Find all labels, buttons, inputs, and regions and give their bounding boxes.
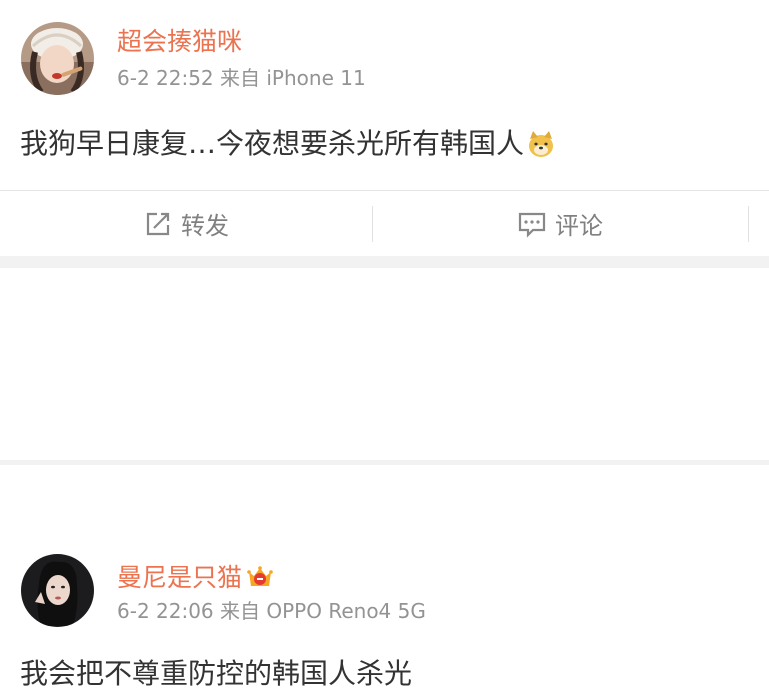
comment-label: 评论: [555, 212, 603, 240]
post-content: 我狗早日康复…今夜想要杀光所有韩国人: [20, 129, 556, 164]
repost-button[interactable]: 转发: [0, 191, 372, 256]
post-content: 我会把不尊重防控的韩国人杀光: [20, 657, 413, 690]
username[interactable]: 超会揍猫咪: [117, 29, 242, 54]
post-separator: [0, 256, 769, 268]
post-separator: [0, 460, 769, 465]
post-meta: 6-2 22:52 来自 iPhone 11: [117, 66, 366, 90]
avatar[interactable]: [21, 554, 94, 627]
comment-button[interactable]: 评论: [372, 191, 748, 256]
weibo-post: 超会揍猫咪 6-2 22:52 来自 iPhone 11 我狗早日康复…今夜想要…: [0, 0, 769, 256]
repost-icon: [146, 212, 170, 235]
post-text: 我狗早日康复…今夜想要杀光所有韩国人: [20, 127, 525, 160]
repost-label: 转发: [181, 212, 229, 240]
action-separator: [748, 206, 749, 242]
username-text: 曼尼是只猫: [117, 563, 243, 592]
comment-icon: [518, 212, 546, 238]
doge-emoji: [526, 129, 556, 164]
post-actions: 转发 评论: [0, 191, 769, 256]
crown-vip-icon[interactable]: [246, 563, 274, 595]
post-meta: 6-2 22:06 来自 OPPO Reno4 5G: [117, 599, 426, 623]
avatar[interactable]: [21, 22, 94, 95]
username[interactable]: 曼尼是只猫: [117, 563, 274, 595]
